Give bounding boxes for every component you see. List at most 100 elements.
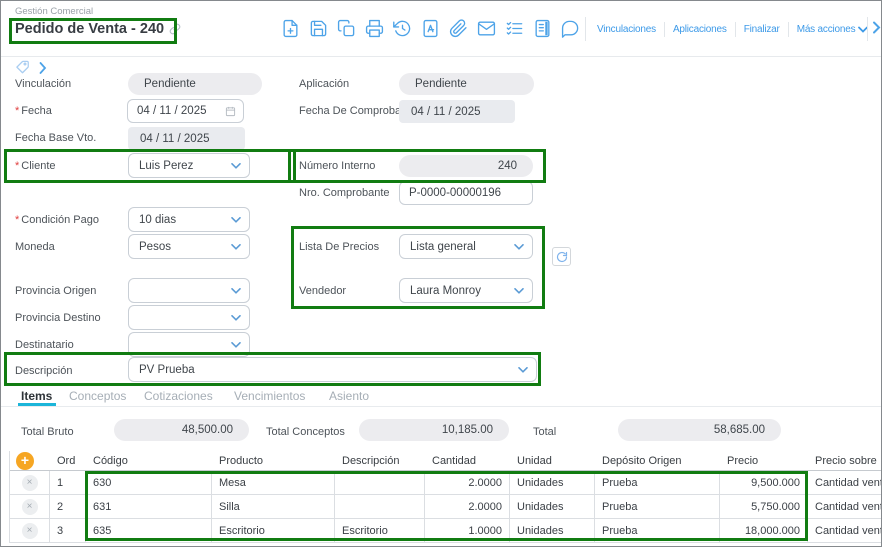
row-3-cantidad[interactable]: 1.0000 — [425, 519, 510, 543]
required-marker: * — [15, 214, 19, 226]
vendedor-value: Laura Monroy — [410, 285, 481, 297]
mas-acciones-button[interactable]: Más acciones — [789, 24, 867, 35]
delete-row-button[interactable]: × — [22, 499, 38, 515]
descripcion-select[interactable]: PV Prueba — [128, 357, 537, 382]
row-1-producto[interactable]: Mesa — [212, 471, 335, 495]
print-icon[interactable] — [364, 18, 384, 38]
comment-icon[interactable] — [560, 18, 580, 38]
expand-chevron-icon[interactable] — [39, 61, 47, 79]
email-icon[interactable] — [476, 18, 496, 38]
chevron-down-icon — [231, 288, 241, 294]
checklist-icon[interactable] — [504, 18, 524, 38]
tab-asiento[interactable]: Asiento — [329, 389, 369, 403]
row-3-precio[interactable]: 18,000.000 — [720, 519, 808, 543]
col-header-precio-sobre: Precio sobre — [808, 451, 882, 471]
vendedor-select[interactable]: Laura Monroy — [399, 278, 533, 303]
delete-row-button[interactable]: × — [22, 475, 38, 491]
total-bruto-label: Total Bruto — [21, 426, 74, 438]
tab-vencimientos[interactable]: Vencimientos — [234, 389, 305, 403]
header-divider — [1, 56, 881, 57]
refresh-button[interactable] — [552, 247, 571, 266]
tab-items[interactable]: Items — [21, 389, 52, 403]
row-2-codigo[interactable]: 631 — [86, 495, 212, 519]
toolbar-overflow-chevron-icon[interactable] — [872, 21, 881, 39]
copy-icon[interactable] — [336, 18, 356, 38]
cliente-select[interactable]: Luis Perez — [128, 153, 250, 178]
total-value: 58,685.00 — [618, 419, 781, 441]
provincia-destino-select[interactable] — [128, 305, 250, 330]
chevron-down-icon — [231, 315, 241, 321]
row-2-deposito[interactable]: Prueba — [595, 495, 720, 519]
row-3-ord: 3 — [50, 519, 86, 543]
col-header-deposito: Depósito Origen — [595, 451, 720, 471]
tag-icon[interactable] — [15, 59, 30, 79]
row-3-producto[interactable]: Escritorio — [212, 519, 335, 543]
row-2-precio[interactable]: 5,750.000 — [720, 495, 808, 519]
numero-interno-label: Número Interno — [299, 160, 375, 172]
col-header-precio: Precio — [720, 451, 808, 471]
row-1-deposito[interactable]: Prueba — [595, 471, 720, 495]
vinculaciones-button[interactable]: Vinculaciones — [589, 24, 664, 35]
destinatario-select[interactable] — [128, 332, 250, 357]
cliente-label: *Cliente — [15, 160, 56, 172]
new-document-icon[interactable] — [280, 18, 300, 38]
delete-row-button[interactable]: × — [22, 523, 38, 539]
toolbar-overflow-divider — [867, 17, 868, 41]
export-document-icon[interactable] — [420, 18, 440, 38]
row-2-cantidad[interactable]: 2.0000 — [425, 495, 510, 519]
tab-cotizaciones[interactable]: Cotizaciones — [144, 389, 213, 403]
row-3-descripcion[interactable]: Escritorio — [335, 519, 425, 543]
row-3-deposito[interactable]: Prueba — [595, 519, 720, 543]
lista-precios-select[interactable]: Lista general — [399, 234, 533, 259]
lista-precios-value: Lista general — [410, 241, 476, 253]
row-1-precio[interactable]: 9,500.000 — [720, 471, 808, 495]
toolbar-actions: Vinculaciones Aplicaciones Finalizar Más… — [589, 18, 867, 40]
attachment-icon[interactable] — [448, 18, 468, 38]
row-1-cantidad[interactable]: 2.0000 — [425, 471, 510, 495]
nro-comprobante-input[interactable]: P-0000-00000196 — [399, 181, 533, 205]
row-1-precio-sobre[interactable]: Cantidad venta — [808, 471, 882, 495]
row-3-unidad[interactable]: Unidades — [510, 519, 595, 543]
row-2-precio-sobre[interactable]: Cantidad venta — [808, 495, 882, 519]
row-2-delete-cell: × — [10, 495, 50, 519]
col-header-producto: Producto — [212, 451, 335, 471]
col-header-cantidad: Cantidad — [425, 451, 510, 471]
link-icon[interactable] — [169, 23, 181, 35]
lista-precios-label: Lista De Precios — [299, 241, 379, 253]
row-2-producto[interactable]: Silla — [212, 495, 335, 519]
report-icon[interactable] — [532, 18, 552, 38]
row-2-descripcion[interactable] — [335, 495, 425, 519]
moneda-select[interactable]: Pesos — [128, 234, 250, 259]
row-1-unidad[interactable]: Unidades — [510, 471, 595, 495]
aplicaciones-button[interactable]: Aplicaciones — [665, 24, 735, 35]
chevron-down-icon — [514, 288, 524, 294]
add-row-button[interactable]: + — [16, 452, 34, 470]
condicion-pago-select[interactable]: 10 dias — [128, 207, 250, 232]
row-3-delete-cell: × — [10, 519, 50, 543]
destinatario-label: Destinatario — [15, 339, 74, 351]
fecha-comprobante-value: 04 / 11 / 2025 — [399, 100, 515, 123]
col-header-ord: Ord — [50, 451, 86, 471]
fecha-input[interactable]: 04 / 11 / 2025 — [127, 99, 244, 123]
nro-comprobante-label: Nro. Comprobante — [299, 187, 390, 199]
total-conceptos-label: Total Conceptos — [266, 426, 345, 438]
row-3-codigo[interactable]: 635 — [86, 519, 212, 543]
row-2-ord: 2 — [50, 495, 86, 519]
row-2-unidad[interactable]: Unidades — [510, 495, 595, 519]
toolbar-divider — [585, 17, 586, 41]
history-icon[interactable] — [392, 18, 412, 38]
vinculacion-status: Pendiente — [128, 73, 262, 95]
row-1-codigo[interactable]: 630 — [86, 471, 212, 495]
provincia-origen-select[interactable] — [128, 278, 250, 303]
save-icon[interactable] — [308, 18, 328, 38]
col-header-descripcion: Descripción — [335, 451, 425, 471]
row-1-descripcion[interactable] — [335, 471, 425, 495]
page-title-text: Pedido de Venta - 240 — [15, 21, 164, 37]
row-3-precio-sobre[interactable]: Cantidad venta — [808, 519, 882, 543]
aplicacion-label: Aplicación — [299, 78, 349, 90]
chevron-down-icon — [858, 26, 867, 33]
finalizar-button[interactable]: Finalizar — [736, 24, 788, 35]
calendar-icon[interactable] — [225, 106, 236, 117]
tab-conceptos[interactable]: Conceptos — [69, 389, 126, 403]
items-table: + Ord Código Producto Descripción Cantid… — [9, 451, 882, 543]
